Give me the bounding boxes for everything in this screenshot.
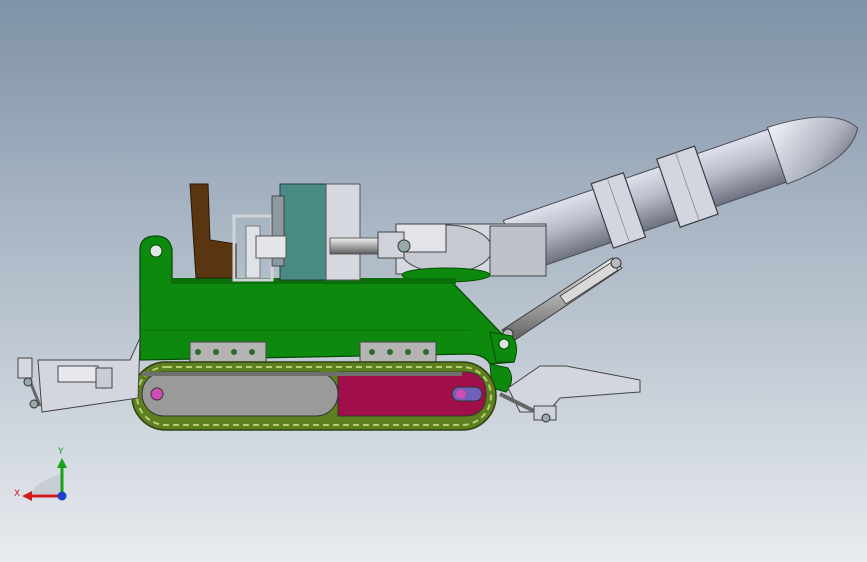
- cad-viewport[interactable]: X Y: [0, 0, 867, 562]
- slewing-turret[interactable]: [395, 223, 547, 283]
- track-roller-plate-front: [359, 341, 437, 363]
- crawler-track[interactable]: [131, 361, 497, 431]
- track-roller-plate-rear: [189, 341, 267, 363]
- track-frame-rear: [141, 371, 339, 417]
- triad-y-label: Y: [57, 447, 64, 457]
- triad-x-label: X: [14, 489, 20, 499]
- hydraulic-pump-unit[interactable]: [271, 183, 361, 281]
- lifting-eye: [149, 244, 163, 258]
- z-axis-dot: [57, 491, 67, 501]
- cad-drawing: X Y: [0, 0, 867, 562]
